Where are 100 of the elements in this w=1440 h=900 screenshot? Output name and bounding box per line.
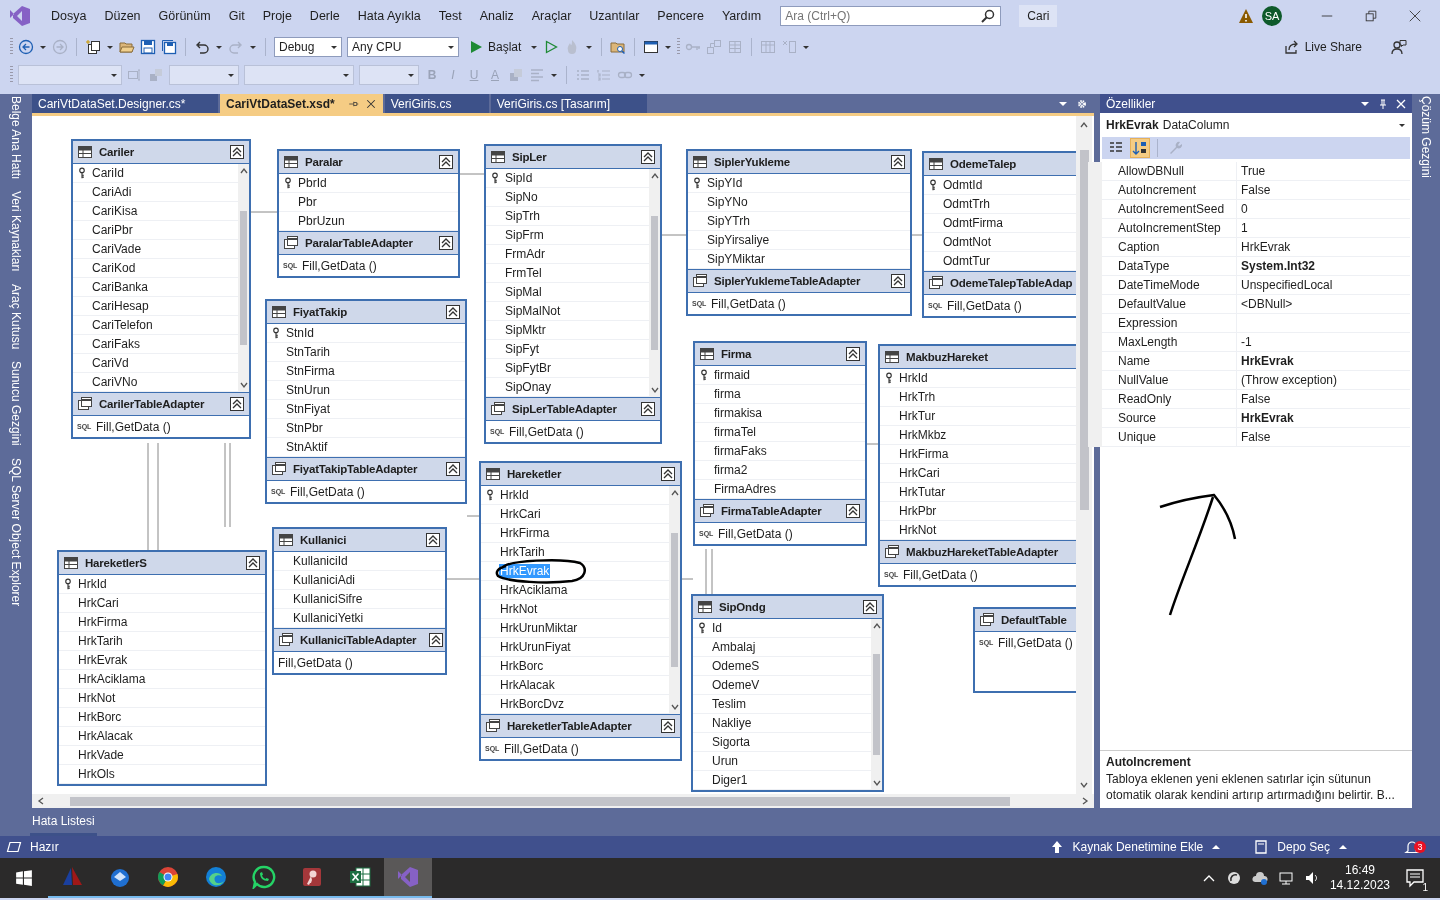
- collapse-icon[interactable]: [890, 273, 906, 289]
- column-name[interactable]: PbrId: [297, 176, 328, 190]
- column-name[interactable]: SipMal: [504, 285, 543, 299]
- menu-item[interactable]: Test: [429, 9, 471, 23]
- query-method[interactable]: Fill,GetData (): [947, 298, 1022, 313]
- menu-item[interactable]: Git: [219, 9, 254, 23]
- collapse-icon[interactable]: [438, 235, 454, 251]
- column-name[interactable]: CariKisa: [91, 204, 139, 218]
- property-name[interactable]: Source: [1088, 408, 1237, 428]
- caret-up-icon[interactable]: [1338, 842, 1348, 852]
- caret-icon[interactable]: [585, 43, 594, 51]
- column-name[interactable]: HrkFirma: [77, 615, 129, 629]
- scrollbar[interactable]: [238, 164, 249, 392]
- column-name[interactable]: StnUrun: [285, 383, 332, 397]
- column-name[interactable]: HrkCari: [898, 466, 941, 480]
- table-card[interactable]: SipOndg Id Ambalaj OdemeS OdemeV Teslim Nakliye Sigorta Urun Diger1: [691, 594, 884, 792]
- column-name[interactable]: OdmtFirma: [942, 216, 1004, 230]
- column-name[interactable]: SipYMiktar: [706, 252, 766, 266]
- side-tab[interactable]: Araç Kutusu: [9, 284, 23, 350]
- save-icon[interactable]: [140, 39, 156, 55]
- column-name[interactable]: KullaniciSifre: [292, 592, 364, 606]
- scroll-left-icon[interactable]: [36, 796, 46, 806]
- scroll-down-icon[interactable]: [1079, 780, 1089, 790]
- property-name[interactable]: DataType: [1088, 256, 1237, 276]
- column-name[interactable]: SipFrm: [504, 228, 545, 242]
- collapse-icon[interactable]: [640, 401, 656, 417]
- scroll-up-icon[interactable]: [669, 488, 680, 498]
- menu-item[interactable]: Dosya: [42, 9, 96, 23]
- scroll-right-icon[interactable]: [1080, 796, 1090, 806]
- bell-icon[interactable]: [1404, 839, 1420, 855]
- column-name[interactable]: HrkAlacak: [499, 678, 556, 692]
- column-name[interactable]: HrkUrunFiyat: [499, 640, 572, 654]
- column-name[interactable]: SipNo: [504, 190, 539, 204]
- property-name[interactable]: Name: [1088, 351, 1237, 371]
- column-name[interactable]: SipOnay: [504, 380, 553, 394]
- column-name[interactable]: HrkNot: [499, 602, 539, 616]
- column-name[interactable]: firma: [713, 387, 742, 401]
- column-name[interactable]: HrkAlacak: [77, 729, 134, 743]
- table-card[interactable]: Kullanici KullaniciId KullaniciAdi KullaniciSifre KullaniciYetki KullaniciTableAdapter Fill,GetData (): [272, 527, 447, 675]
- column-name[interactable]: Sigorta: [711, 735, 752, 749]
- relation-line[interactable]: [466, 515, 480, 517]
- property-value[interactable]: False: [1237, 183, 1271, 197]
- column-name[interactable]: SipYId: [706, 176, 744, 190]
- property-value[interactable]: HrkEvrak: [1237, 354, 1294, 368]
- column-name[interactable]: HrkNot: [77, 691, 117, 705]
- source-control-button[interactable]: Kaynak Denetimine Ekle: [1072, 840, 1204, 854]
- column-name[interactable]: CariBanka: [91, 280, 150, 294]
- menu-item[interactable]: Analiz: [470, 9, 523, 23]
- column-name[interactable]: HrkBorc: [77, 710, 123, 724]
- collapse-icon[interactable]: [425, 532, 441, 548]
- column-name[interactable]: PbrUzun: [297, 214, 346, 228]
- column-name[interactable]: CariFaks: [91, 337, 141, 351]
- collapse-icon[interactable]: [438, 154, 454, 170]
- column-name[interactable]: HrkNot: [898, 523, 938, 537]
- column-name[interactable]: HrkCari: [499, 507, 542, 521]
- column-name[interactable]: SipMktr: [504, 323, 547, 337]
- scroll-down-icon[interactable]: [669, 702, 680, 712]
- column-name[interactable]: StnPbr: [285, 421, 324, 435]
- collapse-icon[interactable]: [845, 346, 861, 362]
- column-name[interactable]: FirmaAdres: [713, 482, 777, 496]
- column-name[interactable]: HrkAciklama: [77, 672, 147, 686]
- repository-button[interactable]: Depo Seç: [1277, 840, 1330, 854]
- column-name[interactable]: HrkTarih: [499, 545, 546, 559]
- scroll-up-icon[interactable]: [1079, 120, 1089, 130]
- column-name[interactable]: HrkTutar: [898, 485, 947, 499]
- column-name[interactable]: SipYTrh: [706, 214, 751, 228]
- column-name[interactable]: firmakisa: [713, 406, 763, 420]
- back-icon[interactable]: [18, 39, 34, 55]
- property-value[interactable]: UnspecifiedLocal: [1237, 278, 1333, 292]
- collapse-icon[interactable]: [445, 461, 461, 477]
- close-tab-icon[interactable]: [364, 97, 377, 110]
- column-name[interactable]: SipFytBr: [504, 361, 552, 375]
- dropdown-caret-icon[interactable]: [330, 43, 338, 51]
- property-name[interactable]: Caption: [1088, 237, 1237, 257]
- collapse-icon[interactable]: [660, 466, 676, 482]
- column-name[interactable]: Teslim: [711, 697, 747, 711]
- column-name[interactable]: firmaFaks: [713, 444, 768, 458]
- action-center-icon[interactable]: [1405, 868, 1425, 888]
- query-method[interactable]: Fill,GetData (): [509, 424, 584, 439]
- side-tab[interactable]: Sunucu Gezgini: [9, 361, 23, 447]
- column-name[interactable]: HrkBorc: [499, 659, 545, 673]
- caret-icon[interactable]: [39, 43, 47, 51]
- dropdown-caret-icon[interactable]: [407, 71, 415, 79]
- column-name[interactable]: HrkFirma: [898, 447, 950, 461]
- column-name[interactable]: SipYNo: [706, 195, 749, 209]
- collapse-icon[interactable]: [245, 555, 261, 571]
- column-name[interactable]: HrkUrunMiktar: [499, 621, 579, 635]
- restore-icon[interactable]: [1364, 9, 1378, 23]
- column-name[interactable]: StnFirma: [285, 364, 336, 378]
- property-value[interactable]: <DBNull>: [1237, 297, 1293, 311]
- side-tab[interactable]: Veri Kaynakları: [9, 191, 23, 273]
- column-name[interactable]: CariVd: [91, 356, 130, 370]
- property-value[interactable]: System.Int32: [1237, 259, 1316, 273]
- side-tab[interactable]: SQL Server Object Explorer: [9, 458, 23, 607]
- dropdown-caret-icon[interactable]: [227, 71, 235, 79]
- collapse-icon[interactable]: [845, 503, 861, 519]
- configuration-dropdown[interactable]: Debug: [274, 37, 342, 57]
- menu-item[interactable]: Araçlar: [522, 9, 581, 23]
- speaker-icon[interactable]: [1303, 870, 1320, 886]
- query-method[interactable]: Fill,GetData (): [711, 296, 786, 311]
